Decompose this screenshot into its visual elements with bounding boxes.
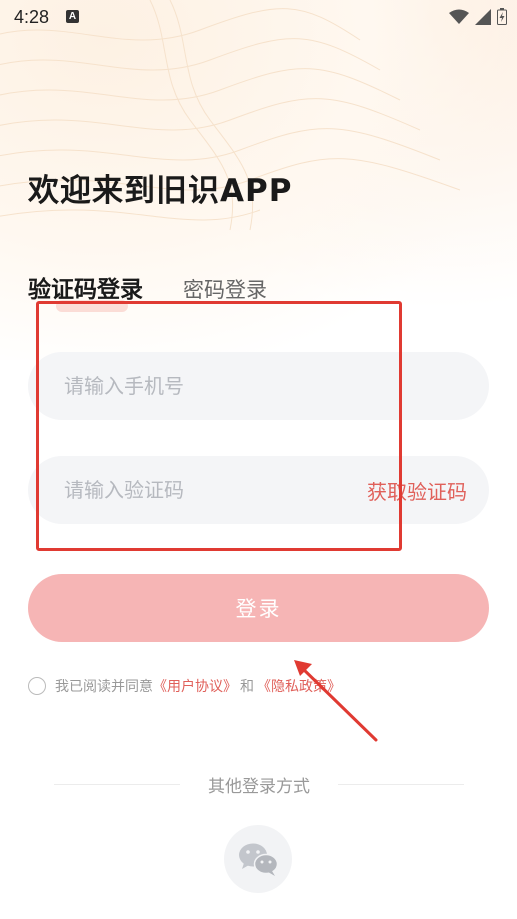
phone-input[interactable] (62, 373, 346, 399)
wechat-login-button[interactable] (224, 825, 292, 893)
status-icons (449, 8, 507, 25)
wifi-icon (449, 9, 469, 24)
agreement-prefix: 我已阅读并同意 (55, 679, 153, 695)
divider-line-left (54, 784, 180, 785)
notification-icon: A (66, 10, 79, 23)
signal-icon (475, 8, 491, 25)
divider-line-right (338, 784, 464, 785)
other-login-label: 其他登录方式 (208, 777, 310, 797)
user-agreement-link[interactable]: 《用户协议》 (153, 676, 237, 696)
tab-password-login[interactable]: 密码登录 (183, 274, 267, 304)
wechat-icon (239, 843, 279, 876)
page-title: 欢迎来到旧识APP (28, 173, 293, 209)
agreement-and: 和 (240, 679, 254, 695)
agreement-checkbox[interactable] (28, 677, 46, 695)
login-tabs: 验证码登录 密码登录 (28, 270, 267, 312)
code-input[interactable] (62, 477, 346, 503)
battery-icon (497, 8, 507, 25)
phone-field (28, 352, 489, 420)
status-bar: 4:28 A (0, 0, 517, 36)
agreement-row: 我已阅读并同意 《用户协议》 和 《隐私政策》 (28, 676, 341, 696)
get-code-button[interactable]: 获取验证码 (367, 476, 467, 505)
tab-sms-login[interactable]: 验证码登录 (28, 270, 143, 312)
code-field: 获取验证码 (28, 456, 489, 524)
status-time: 4:28 (14, 7, 50, 27)
login-button[interactable]: 登录 (28, 574, 489, 642)
privacy-policy-link[interactable]: 《隐私政策》 (257, 676, 341, 696)
other-login-divider: 其他登录方式 (54, 772, 464, 797)
